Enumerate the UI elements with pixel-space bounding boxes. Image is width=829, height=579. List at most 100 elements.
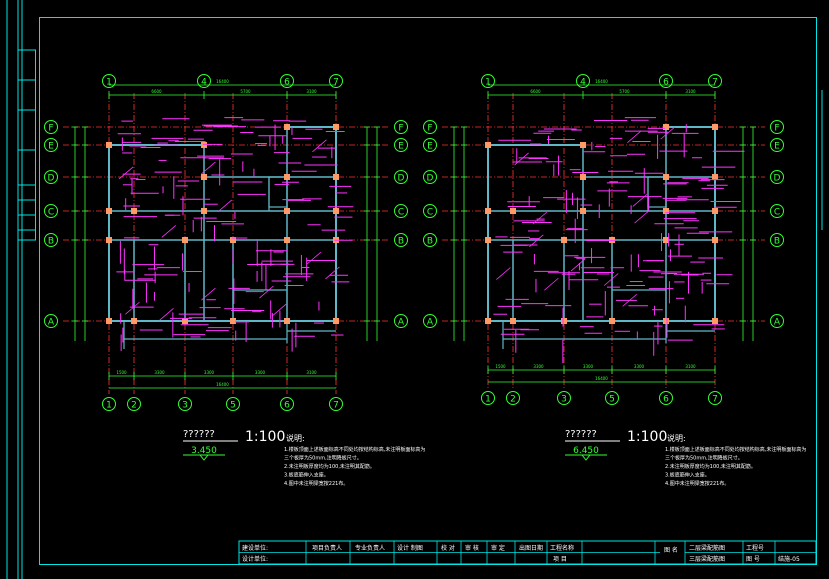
note-line: 4.图中未注明梁宽按221布。 xyxy=(284,480,348,487)
column-marker xyxy=(609,318,615,324)
sheet-no-label: 图 号 xyxy=(746,556,760,563)
title-block-sub-item: 项 目 xyxy=(553,556,567,563)
dimension-text: 3100 xyxy=(306,370,317,375)
axis-bubble-label: C xyxy=(427,208,433,218)
axis-bubble-label: 6 xyxy=(284,401,290,411)
axis-bubble-label: A xyxy=(774,318,781,328)
floor-plan-2: 164006600 5700 31001500 3300 3300 3300 3100164… xyxy=(423,74,806,487)
title-block-role: 审 定 xyxy=(491,544,505,552)
rebar-leader-line xyxy=(161,225,177,238)
column-marker xyxy=(580,142,586,148)
axis-bubble-label: B xyxy=(774,237,780,247)
dimension-text: 16400 xyxy=(216,382,229,387)
axis-bubble-label: 6 xyxy=(284,78,290,88)
dimension-text: 3100 xyxy=(685,89,696,94)
column-marker xyxy=(333,208,339,214)
column-marker xyxy=(510,318,516,324)
axis-bubble-label: A xyxy=(427,318,434,328)
column-marker xyxy=(284,208,290,214)
rebar-leader-line xyxy=(603,273,619,286)
dimension-text: 16400 xyxy=(216,79,229,84)
rebar-leader-line xyxy=(217,199,233,213)
column-marker xyxy=(284,318,290,324)
axis-bubble-label: 3 xyxy=(561,395,567,405)
column-marker xyxy=(485,208,491,214)
note-line: 2.未注明板厚度均为100,未注明其配筋。 xyxy=(665,463,756,470)
dimension-text: 5700 xyxy=(619,89,630,94)
project-no-label: 工程号 xyxy=(746,544,764,552)
note-line: 3.板底筋伸入支座。 xyxy=(665,472,710,479)
column-marker xyxy=(663,174,669,180)
beam-box xyxy=(647,176,667,208)
column-marker xyxy=(561,318,567,324)
column-marker xyxy=(712,318,718,324)
axis-bubble-label: C xyxy=(48,208,54,218)
notes-title: 说明: xyxy=(286,433,305,443)
title-block-role: 专业负责人 xyxy=(355,544,385,552)
axis-bubble-label: E xyxy=(774,142,780,152)
axis-bubble-label: B xyxy=(427,237,433,247)
column-marker xyxy=(333,124,339,130)
rebar-leader-line xyxy=(496,267,511,280)
axis-bubble-label: F xyxy=(398,124,403,134)
note-line: 3.板底筋伸入支座。 xyxy=(284,472,329,479)
axis-bubble-label: 6 xyxy=(663,395,669,405)
beam-box xyxy=(268,176,288,208)
dimension-text: 6600 xyxy=(530,89,541,94)
dimension-text: 16400 xyxy=(595,376,608,381)
dimension-text: 5700 xyxy=(240,89,251,94)
axis-bubble-label: 7 xyxy=(712,78,718,88)
axis-bubble-label: 1 xyxy=(106,78,112,88)
column-marker xyxy=(284,237,290,243)
axis-bubble-label: 3 xyxy=(182,401,188,411)
rebar-annotations xyxy=(116,117,354,352)
column-marker xyxy=(561,237,567,243)
note-line: 三个板厚为50mm,注明降板尺寸。 xyxy=(665,455,743,462)
column-marker xyxy=(712,208,718,214)
rebar-leader-line xyxy=(271,303,287,317)
title-block: 建设单位:设计单位:项目负责人 专业负责人 设计 制图校 对审 核审 定出图日期 工程… xyxy=(238,540,817,565)
axis-bubble-label: 6 xyxy=(663,78,669,88)
axis-bubble-label: D xyxy=(398,174,405,184)
axis-bubble-label: 1 xyxy=(485,78,491,88)
dimension-text: 3100 xyxy=(306,89,317,94)
elevation-value: 6.450 xyxy=(573,446,599,456)
column-marker xyxy=(201,208,207,214)
column-marker xyxy=(663,318,669,324)
note-line: 1.楼板顶面上述板面标高不同处均按结构标高,未注明板面标高为 xyxy=(665,446,806,453)
dimension-text: 16400 xyxy=(595,79,608,84)
title-block-role: 项目负责人 xyxy=(312,544,342,552)
axis-bubble-label: 7 xyxy=(333,78,339,88)
column-marker xyxy=(182,237,188,243)
axis-bubble-label: F xyxy=(427,124,432,134)
title-block-role: 校 对 xyxy=(441,544,455,552)
axis-bubble-label: A xyxy=(398,318,405,328)
title-block-role: 审 核 xyxy=(465,544,479,552)
rebar-leader-line xyxy=(627,130,642,143)
notes-title: 说明: xyxy=(667,433,686,443)
column-marker xyxy=(333,174,339,180)
axis-bubble-label: 7 xyxy=(333,401,339,411)
column-marker xyxy=(580,174,586,180)
column-marker xyxy=(284,174,290,180)
column-marker xyxy=(485,237,491,243)
plan-scale: 1:100 xyxy=(245,429,285,445)
column-marker xyxy=(182,318,188,324)
rebar-leader-line xyxy=(634,210,649,224)
drawing-name: 三层梁配筋图 xyxy=(689,555,725,563)
dimension-text: 6600 xyxy=(151,89,162,94)
plan-title: ?????? xyxy=(183,429,215,440)
axis-bubble-label: A xyxy=(48,318,55,328)
column-marker xyxy=(201,174,207,180)
axis-bubble-label: 5 xyxy=(609,395,615,405)
axis-bubble-label: 1 xyxy=(106,401,112,411)
title-block-drawing-label: 图 名 xyxy=(664,546,678,554)
title-block-role: 工程名称 xyxy=(550,544,574,552)
note-line: 三个板厚为50mm,注明降板尺寸。 xyxy=(284,455,362,462)
axis-bubble-label: E xyxy=(427,142,433,152)
approval-label: 设计单位: xyxy=(242,555,268,563)
axis-bubble-label: F xyxy=(48,124,53,134)
column-marker xyxy=(106,208,112,214)
elevation-value: 3.450 xyxy=(191,446,217,456)
column-marker xyxy=(485,142,491,148)
